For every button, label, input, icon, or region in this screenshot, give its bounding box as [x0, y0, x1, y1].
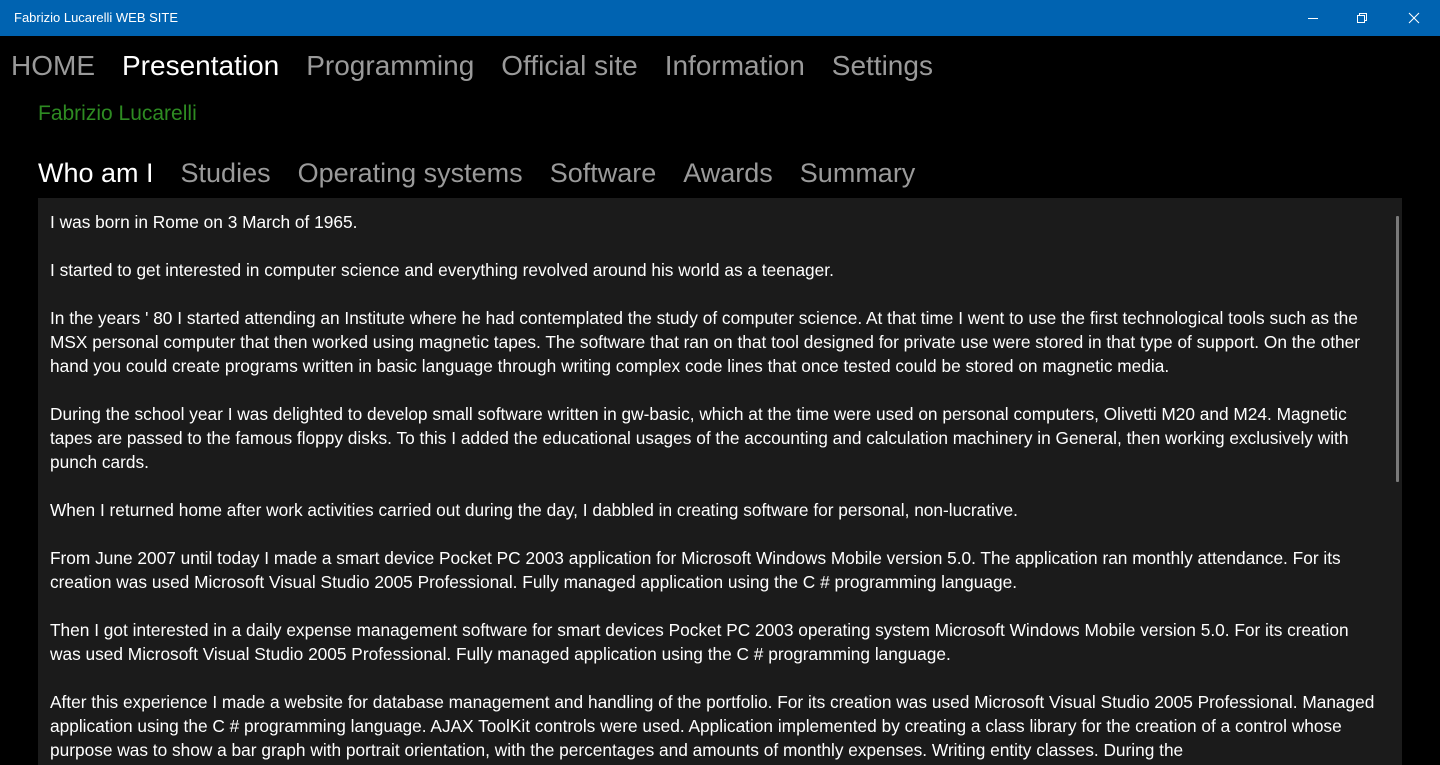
- restore-icon: [1356, 12, 1368, 24]
- tab-who-am-i[interactable]: Who am I: [38, 152, 154, 194]
- nav-item-programming[interactable]: Programming: [306, 44, 474, 88]
- minimize-icon: [1307, 12, 1319, 24]
- paragraph-school-year: During the school year I was delighted t…: [50, 404, 1349, 472]
- section-tabs: Who am I Studies Operating systems Softw…: [38, 152, 942, 194]
- paragraph-home-software: When I returned home after work activiti…: [50, 500, 1018, 520]
- paragraph-institute: In the years ' 80 I started attending an…: [50, 308, 1360, 376]
- tab-software[interactable]: Software: [550, 152, 657, 194]
- tab-awards[interactable]: Awards: [683, 152, 773, 194]
- minimize-button[interactable]: [1289, 0, 1337, 36]
- title-bar: Fabrizio Lucarelli WEB SITE: [0, 0, 1440, 36]
- tab-studies[interactable]: Studies: [181, 152, 271, 194]
- tab-summary[interactable]: Summary: [800, 152, 916, 194]
- nav-item-official-site[interactable]: Official site: [501, 44, 637, 88]
- close-button[interactable]: [1390, 0, 1438, 36]
- nav-item-settings[interactable]: Settings: [832, 44, 933, 88]
- paragraph-expense-management: Then I got interested in a daily expense…: [50, 620, 1349, 664]
- vertical-scrollbar[interactable]: [1394, 198, 1402, 765]
- main-nav: HOME Presentation Programming Official s…: [11, 44, 960, 88]
- paragraph-birth: I was born in Rome on 3 March of 1965.: [50, 212, 358, 232]
- paragraph-website: After this experience I made a website f…: [50, 692, 1375, 760]
- paragraph-pocket-pc-attendance: From June 2007 until today I made a smar…: [50, 548, 1341, 592]
- tab-operating-systems[interactable]: Operating systems: [298, 152, 523, 194]
- paragraph-interest: I started to get interested in computer …: [50, 260, 834, 280]
- page-title: Fabrizio Lucarelli: [38, 102, 197, 125]
- close-icon: [1408, 12, 1420, 24]
- window-title: Fabrizio Lucarelli WEB SITE: [14, 10, 178, 25]
- nav-item-home[interactable]: HOME: [11, 44, 95, 88]
- restore-button[interactable]: [1338, 0, 1386, 36]
- nav-item-presentation[interactable]: Presentation: [122, 44, 279, 88]
- biography-text: I was born in Rome on 3 March of 1965. I…: [50, 210, 1378, 765]
- content-panel[interactable]: I was born in Rome on 3 March of 1965. I…: [38, 198, 1402, 765]
- nav-item-information[interactable]: Information: [665, 44, 805, 88]
- scrollbar-thumb[interactable]: [1396, 216, 1399, 482]
